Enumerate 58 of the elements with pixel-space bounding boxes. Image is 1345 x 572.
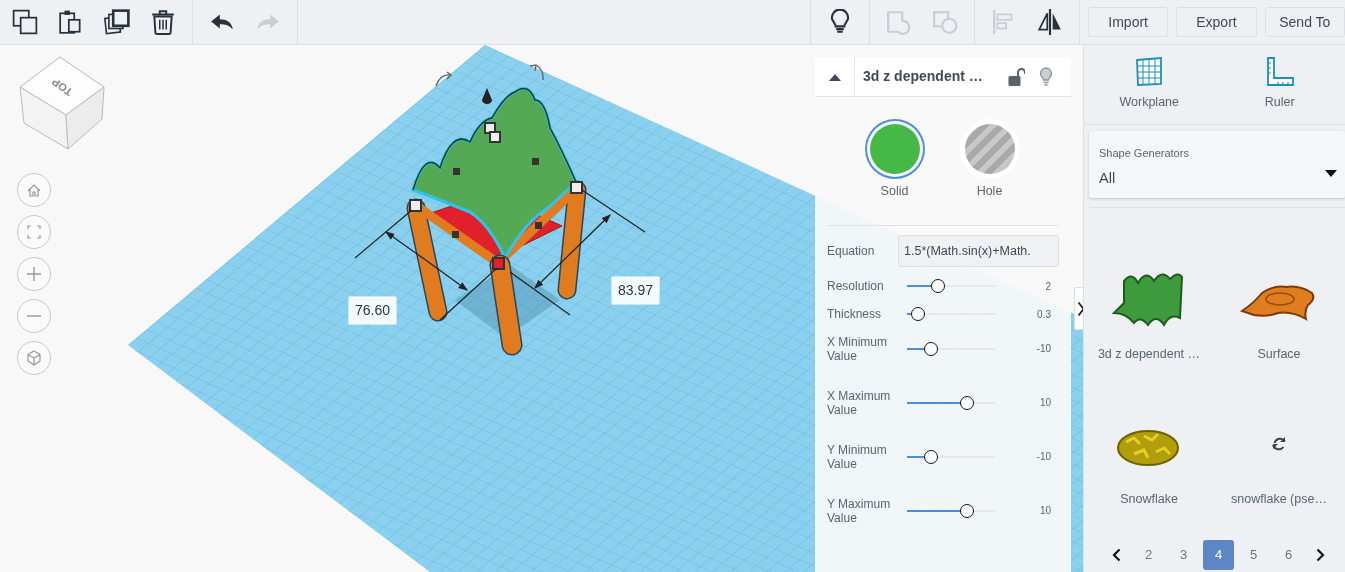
slider-thumb[interactable] [924, 341, 938, 356]
parameter-value: 10 [1038, 504, 1051, 519]
shape-name[interactable]: snowflake (pse… [1231, 491, 1327, 507]
workplane-icon[interactable] [1134, 57, 1165, 87]
parameter-label: Thickness [827, 307, 883, 322]
tool-label: Workplane [1119, 94, 1179, 111]
slider-thumb[interactable] [910, 307, 925, 322]
shape-name[interactable]: Snowflake [1120, 491, 1178, 507]
unlock-icon[interactable] [1007, 66, 1025, 87]
slider-thumb[interactable] [924, 449, 938, 464]
mirror-icon[interactable] [1037, 9, 1063, 35]
toolbar-button[interactable]: Import [1088, 7, 1169, 37]
page-link[interactable]: 5 [1238, 540, 1269, 570]
parameter-label: X Maximum Value [827, 388, 892, 417]
page-link[interactable]: 4 [1203, 540, 1234, 570]
shape-name[interactable]: 3d z dependent … [1097, 346, 1201, 362]
parameter-value: 10 [1038, 396, 1051, 411]
parameter-label: X Minimum Value [827, 334, 888, 363]
parameter-value: 0.3 [1036, 307, 1051, 322]
cube-icon[interactable] [24, 348, 44, 368]
copy-icon[interactable] [12, 9, 38, 35]
parameter-label: Equation [827, 243, 876, 258]
dropdown-value: All [1099, 169, 1116, 188]
parameter-value: -10 [1035, 342, 1051, 357]
dropdown-caret-icon [1325, 169, 1337, 178]
mode-label: Solid [880, 183, 909, 200]
parameter-label: Resolution [827, 279, 885, 294]
shape-title: 3d z dependent … [863, 67, 983, 86]
clipboard-icon[interactable] [58, 9, 84, 35]
parameter-label: Y Minimum Value [827, 442, 888, 471]
chevron-left-icon[interactable] [1112, 548, 1121, 562]
parameter-value: -10 [1035, 450, 1051, 465]
ruler-icon[interactable] [1264, 57, 1295, 87]
chair-model-drawing[interactable] [406, 64, 587, 356]
shape-name[interactable]: Surface [1257, 346, 1301, 362]
dimension-label[interactable]: 83.97 [611, 276, 661, 305]
slider-fill [907, 313, 912, 316]
parameter-label: Y Maximum Value [827, 496, 892, 525]
slider-thumb[interactable] [960, 503, 975, 518]
trash-icon[interactable] [150, 9, 176, 35]
parameter-value: 2 [1044, 279, 1051, 294]
dropdown-label: Shape Generators [1099, 146, 1189, 161]
toolbar-button[interactable]: Send To [1264, 7, 1345, 37]
category-dropdown[interactable]: Shape Generators All [1089, 131, 1345, 198]
chevron-right-icon[interactable] [1316, 548, 1325, 562]
equation-field[interactable]: 1.5*(Math.sin(x)+Math. [898, 234, 1059, 267]
view-cube-label: TOP [49, 75, 75, 99]
slider-thumb[interactable] [930, 279, 945, 294]
page-link[interactable]: 3 [1168, 540, 1199, 570]
tool-label: Ruler [1264, 94, 1295, 111]
toolbar-button[interactable]: Export [1176, 7, 1257, 37]
chevron-right-icon[interactable] [1077, 300, 1083, 317]
page-link[interactable]: 2 [1133, 540, 1164, 570]
stacked-squares-icon[interactable] [104, 9, 130, 35]
slider-thumb[interactable] [960, 395, 975, 410]
mode-label: Hole [976, 183, 1003, 200]
page-link[interactable]: 6 [1273, 540, 1304, 570]
dimension-label[interactable]: 76.60 [348, 296, 398, 325]
